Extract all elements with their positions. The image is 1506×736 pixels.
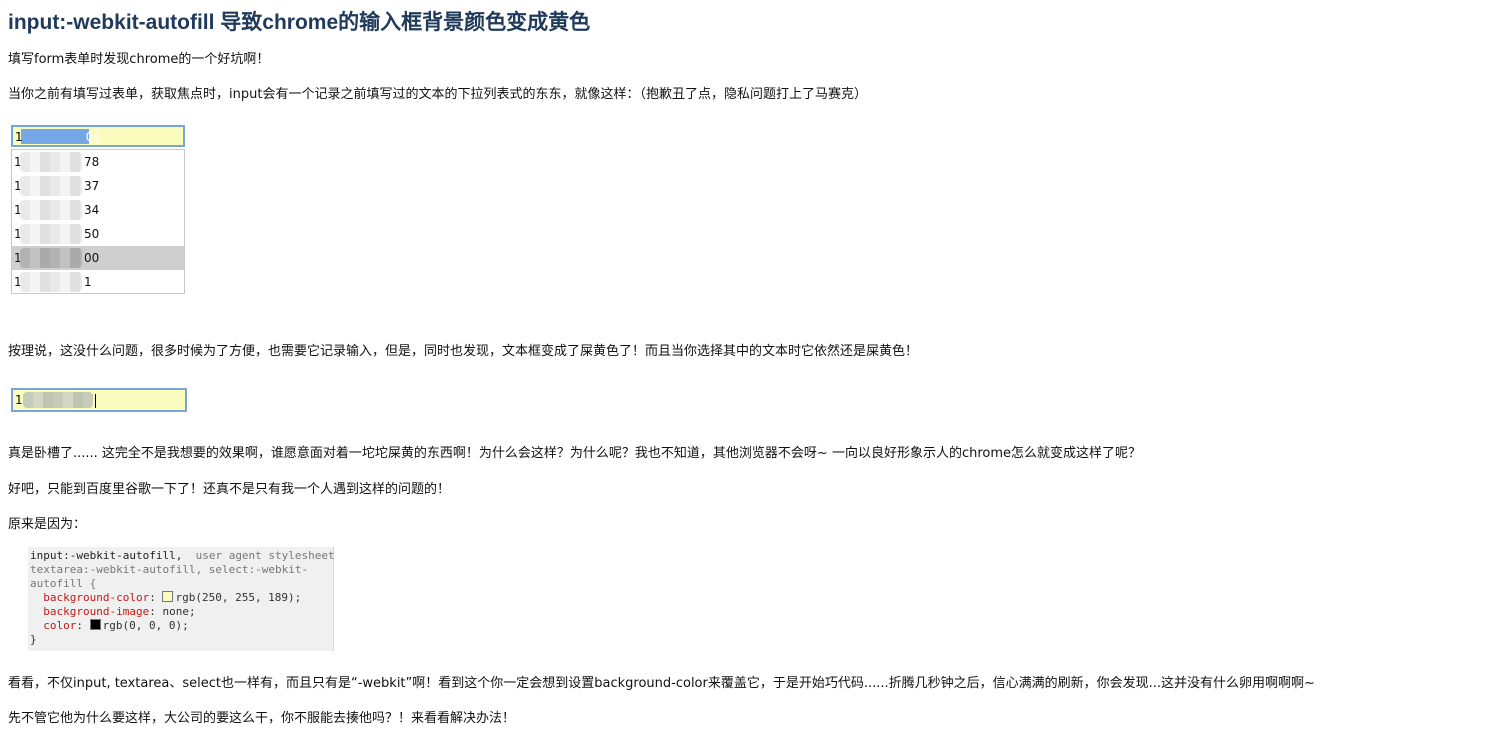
code-property: background-image [43, 605, 150, 618]
suggestion-tail: 34 [84, 203, 100, 217]
suggestion-tail: 00 [84, 251, 100, 265]
suggestion-item[interactable]: 1 37 [12, 174, 184, 198]
code-property: color [43, 619, 77, 632]
privacy-mosaic [23, 392, 93, 408]
suggestion-item[interactable]: 1 34 [12, 198, 184, 222]
page-title: input:-webkit-autofill 导致chrome的输入框背景颜色变… [8, 11, 591, 34]
code-close-brace: } [30, 633, 37, 646]
code-value: rgb(0, 0, 0); [102, 619, 189, 632]
autofill-dropdown-screenshot: 1 00 1 78 1 37 1 34 1 00 1 1 1 50 [11, 125, 189, 295]
suggestion-item[interactable]: 1 78 [12, 150, 184, 174]
code-value: none; [162, 605, 196, 618]
paragraph-reason: 原来是因为： [8, 517, 87, 532]
autofill-suggestion-list: 1 78 1 37 1 34 1 00 1 1 1 50 [11, 149, 185, 294]
suggestion-item[interactable]: 1 50 [12, 222, 184, 246]
paragraph-webkit-note: 看看，不仅input, textarea、select也一样有，而且只有是“-w… [8, 676, 1315, 691]
privacy-mosaic [20, 272, 82, 292]
suggestion-item-highlighted[interactable]: 1 00 [12, 246, 184, 270]
paragraph-search: 好吧，只能到百度里谷歌一下了！还真不是只有我一个人遇到这样的问题的！ [8, 482, 451, 497]
color-swatch-icon [162, 591, 174, 602]
code-source: user agent stylesheet [195, 549, 335, 562]
input-value-head: 1 [15, 130, 23, 144]
text-caret [95, 394, 96, 408]
suggestion-tail: 50 [84, 227, 100, 241]
paragraph-complaint: 真是卧槽了...... 这完全不是我想要的效果啊，谁愿意面对着一坨坨屎黄的东西啊… [8, 446, 1142, 461]
suggestion-tail: 37 [84, 179, 100, 193]
code-selector-line1: input:-webkit-autofill, [30, 549, 183, 562]
privacy-mosaic [20, 224, 82, 244]
privacy-mosaic [20, 200, 82, 220]
paragraph-yellow-background: 按理说，这没什么问题，很多时候为了方便，也需要它记录输入，但是，同时也发现，文本… [8, 344, 919, 359]
input-value-head: 1 [15, 393, 23, 407]
paragraph-intro: 填写form表单时发现chrome的一个好坑啊！ [8, 52, 270, 67]
input-value-tail: 00 [85, 130, 101, 144]
autofill-input[interactable]: 1 00 [11, 125, 185, 147]
autofilled-input-example: 1 [11, 388, 189, 412]
suggestion-tail: 1 [84, 275, 92, 289]
code-selector-line3: autofill { [30, 577, 97, 590]
privacy-mosaic [20, 248, 82, 268]
suggestion-item[interactable]: 1 1 [12, 270, 184, 294]
suggestion-tail: 78 [84, 155, 100, 169]
paragraph-dropdown-description: 当你之前有填写过表单，获取焦点时，input会有一个记录之前填写过的文本的下拉列… [8, 87, 867, 102]
privacy-mosaic [20, 152, 82, 172]
color-swatch-icon [89, 619, 101, 630]
paragraph-solution-intro: 先不管它他为什么要这样，大公司的要这么干，你不服能去揍他吗？！来看看解决办法！ [8, 711, 516, 726]
code-property: background-color [43, 591, 150, 604]
user-agent-stylesheet-code: input:-webkit-autofill, user agent style… [28, 547, 335, 651]
code-value: rgb(250, 255, 189); [175, 591, 302, 604]
autofilled-input[interactable]: 1 [11, 388, 187, 412]
privacy-mosaic [20, 176, 82, 196]
code-selector-line2: textarea:-webkit-autofill, select:-webki… [30, 563, 309, 576]
